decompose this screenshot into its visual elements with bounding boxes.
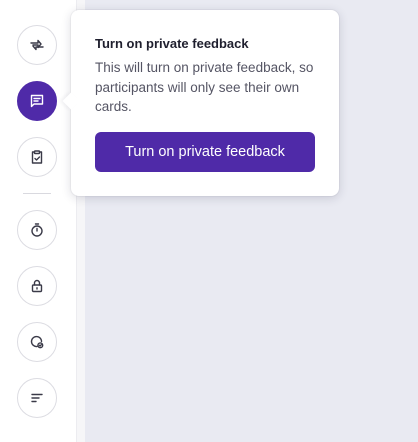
timer-icon xyxy=(29,222,45,238)
sort-button[interactable] xyxy=(17,378,57,418)
clipboard-check-icon xyxy=(29,149,45,165)
message-lines-icon xyxy=(29,93,45,109)
badge-check-icon xyxy=(29,334,45,350)
verify-button[interactable] xyxy=(17,322,57,362)
toolbar-sidebar xyxy=(0,0,76,442)
swap-arrows-icon xyxy=(29,37,45,53)
popover-title: Turn on private feedback xyxy=(95,36,249,51)
lock-icon xyxy=(29,278,45,294)
private-feedback-button[interactable] xyxy=(17,81,57,121)
timer-button[interactable] xyxy=(17,210,57,250)
turn-on-private-feedback-button[interactable]: Turn on private feedback xyxy=(95,132,315,172)
lock-board-button[interactable] xyxy=(17,266,57,306)
toolbar-divider xyxy=(23,193,51,194)
private-feedback-popover: Turn on private feedback This will turn … xyxy=(62,10,339,196)
popover-description: This will turn on private feedback, so p… xyxy=(95,60,314,114)
sort-lines-icon xyxy=(29,390,45,406)
clipboard-button[interactable] xyxy=(17,137,57,177)
swap-feedback-button[interactable] xyxy=(17,25,57,65)
